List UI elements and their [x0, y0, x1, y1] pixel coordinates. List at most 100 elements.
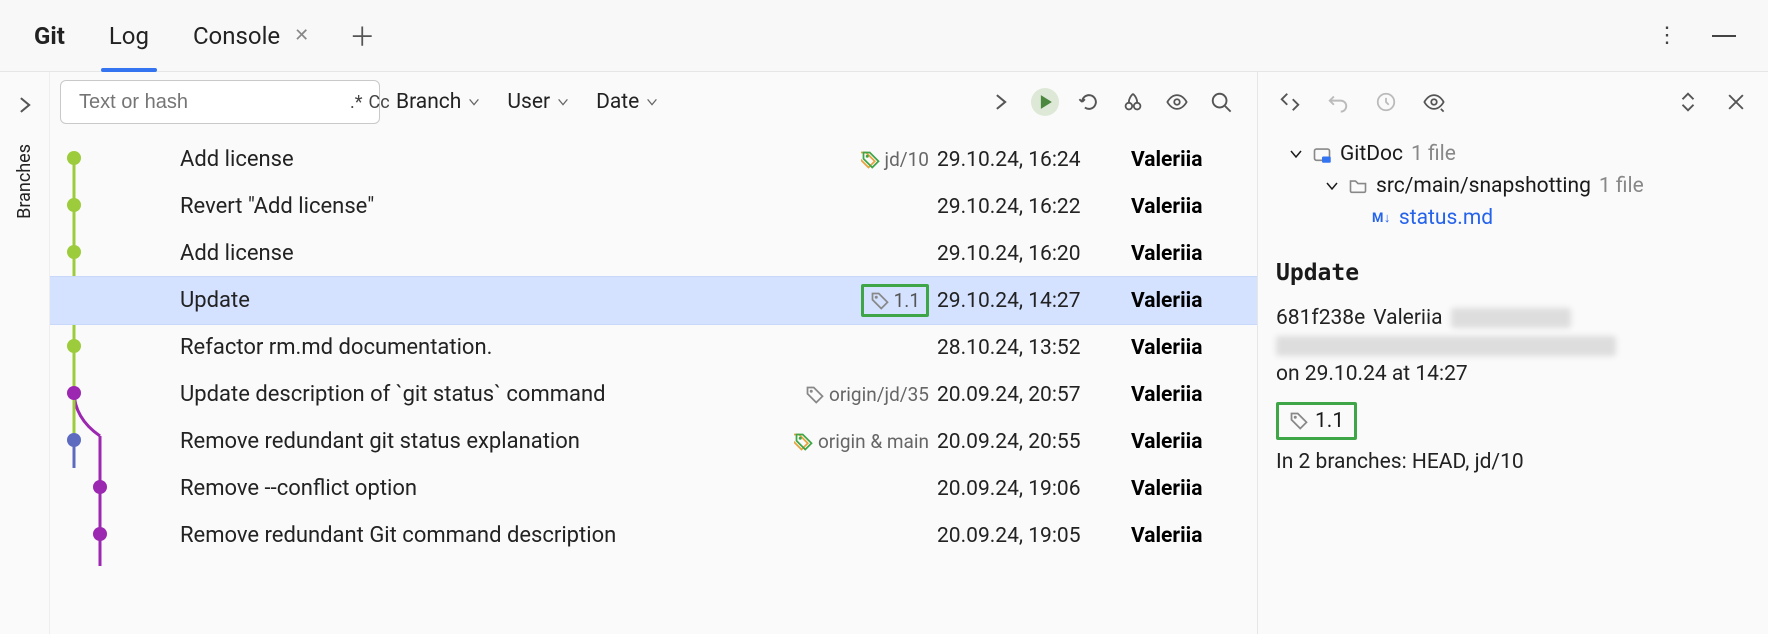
commit-row[interactable]: Revert "Add license" 29.10.24, 16:22Valer…: [50, 183, 1257, 230]
tab-log[interactable]: Log: [87, 0, 171, 71]
minimize-button[interactable]: [1712, 35, 1736, 37]
commit-message: Remove redundant git status explanation: [180, 429, 580, 454]
search-input-container: .* Cc: [60, 80, 380, 124]
preview-diff-button[interactable]: [1420, 88, 1448, 116]
unfold-icon: [1677, 91, 1699, 113]
branches-tab[interactable]: Branches: [14, 144, 35, 219]
left-stripe: Branches: [0, 72, 50, 634]
search-input[interactable]: [79, 91, 344, 114]
expand-branches-button[interactable]: [14, 94, 36, 116]
chevron-right-icon: [14, 94, 36, 116]
log-panel: .* Cc Branch User Date: [50, 72, 1258, 634]
tab-overflow-button[interactable]: [393, 25, 413, 46]
chevron-down-icon: [556, 95, 570, 109]
add-tab-button[interactable]: ＋: [331, 17, 393, 54]
tab-console[interactable]: Console ✕: [171, 0, 331, 71]
tag-icon: [861, 150, 881, 170]
commit-ref-label[interactable]: origin/jd/35: [805, 383, 929, 406]
commit-message: Add license: [180, 241, 294, 266]
commit-details-panel: GitDoc 1 file src/main/snapshotting 1 fi…: [1258, 72, 1768, 634]
tab-console-label: Console: [193, 22, 280, 50]
changed-files-tree: GitDoc 1 file src/main/snapshotting 1 fi…: [1276, 138, 1750, 234]
module-icon: [1312, 144, 1332, 164]
refresh-icon: [1078, 91, 1100, 113]
cherry-pick-button[interactable]: [1119, 88, 1147, 116]
chevron-down-icon: [1288, 146, 1304, 162]
commit-author: Valeriia: [1131, 477, 1241, 501]
commit-row[interactable]: Refactor rm.md documentation. 28.10.24, 1…: [50, 324, 1257, 371]
commit-author: Valeriia: [1131, 289, 1241, 313]
commit-date: 20.09.24, 19:05: [937, 524, 1131, 548]
commit-message: Remove --conflict option: [180, 476, 417, 501]
commit-date: 20.09.24, 19:06: [937, 477, 1131, 501]
commit-message: Refactor rm.md documentation.: [180, 335, 492, 360]
run-button[interactable]: [1031, 88, 1059, 116]
commit-row[interactable]: Remove redundant Git command description…: [50, 512, 1257, 559]
commit-row[interactable]: Add license jd/10 29.10.24, 16:24Valeriia: [50, 136, 1257, 183]
commit-branches-info: In 2 branches: HEAD, jd/10: [1276, 450, 1750, 474]
commit-ref-label[interactable]: jd/10: [861, 148, 929, 171]
tag-icon: [805, 385, 825, 405]
undo-button[interactable]: [1324, 88, 1352, 116]
filter-bar: .* Cc Branch User Date: [50, 72, 1257, 132]
commit-date: 28.10.24, 13:52: [937, 336, 1131, 360]
commit-author: Valeriia: [1131, 524, 1241, 548]
commit-date: 29.10.24, 16:24: [937, 148, 1131, 172]
close-icon[interactable]: ✕: [294, 25, 309, 46]
user-filter[interactable]: User: [497, 90, 580, 114]
commit-timestamp: on 29.10.24 at 14:27: [1276, 362, 1750, 386]
tab-git[interactable]: Git: [12, 0, 87, 71]
play-icon: [1034, 91, 1056, 113]
preview-toggle[interactable]: [1163, 88, 1191, 116]
branch-filter[interactable]: Branch: [386, 90, 491, 114]
eye-icon: [1166, 91, 1188, 113]
commit-row[interactable]: Remove --conflict option 20.09.24, 19:06V…: [50, 465, 1257, 512]
chevron-down-icon: [645, 95, 659, 109]
commit-message-title: Update: [1276, 260, 1750, 286]
commit-email: [1276, 336, 1750, 356]
markdown-icon: M↓: [1372, 210, 1391, 226]
history-button[interactable]: [1372, 88, 1400, 116]
tree-root-node[interactable]: GitDoc 1 file: [1276, 138, 1750, 170]
more-menu-button[interactable]: ⋮: [1642, 23, 1692, 48]
commit-author: Valeriia: [1131, 148, 1241, 172]
redacted-text: [1276, 336, 1616, 356]
redacted-text: [1451, 308, 1571, 328]
commit-ref-label[interactable]: origin & main: [794, 430, 929, 453]
commit-author: Valeriia: [1131, 195, 1241, 219]
chevron-down-icon: [1324, 178, 1340, 194]
commit-message: Revert "Add license": [180, 194, 374, 219]
find-button[interactable]: [1207, 88, 1235, 116]
refresh-button[interactable]: [1075, 88, 1103, 116]
tag-icon: [1289, 411, 1309, 431]
commit-author: Valeriia: [1131, 242, 1241, 266]
commit-date: 29.10.24, 14:27: [937, 289, 1131, 313]
details-toolbar: [1276, 88, 1750, 116]
tag-icon: [794, 432, 814, 452]
close-icon: [1725, 91, 1747, 113]
tree-file-node[interactable]: M↓ status.md: [1276, 202, 1750, 234]
regex-toggle[interactable]: .*: [350, 92, 363, 113]
commit-message: Add license: [180, 147, 294, 172]
commit-row[interactable]: Remove redundant git status explanation o…: [50, 418, 1257, 465]
commit-tag-highlight[interactable]: 1.1: [1276, 402, 1357, 440]
collapse-button[interactable]: [1276, 88, 1304, 116]
chevron-right-icon: [990, 91, 1012, 113]
commit-row[interactable]: Update 1.1 29.10.24, 14:27Valeriia: [50, 277, 1257, 324]
commit-author: Valeriia: [1131, 336, 1241, 360]
date-filter[interactable]: Date: [586, 90, 669, 114]
commit-date: 29.10.24, 16:22: [937, 195, 1131, 219]
undo-icon: [1327, 91, 1349, 113]
clock-icon: [1375, 91, 1397, 113]
commit-ref-label[interactable]: 1.1: [861, 284, 929, 317]
commit-row[interactable]: Update description of `git status` comma…: [50, 371, 1257, 418]
go-next-button[interactable]: [987, 88, 1015, 116]
commit-row[interactable]: Add license29.10.24, 16:20Valeriia: [50, 230, 1257, 277]
cherry-icon: [1122, 91, 1144, 113]
expand-collapse-button[interactable]: [1674, 88, 1702, 116]
commit-date: 20.09.24, 20:55: [937, 430, 1131, 454]
top-tabbar: Git Log Console ✕ ＋ ⋮: [0, 0, 1768, 72]
close-details-button[interactable]: [1722, 88, 1750, 116]
tree-folder-node[interactable]: src/main/snapshotting 1 file: [1276, 170, 1750, 202]
commit-message: Update: [180, 288, 250, 313]
